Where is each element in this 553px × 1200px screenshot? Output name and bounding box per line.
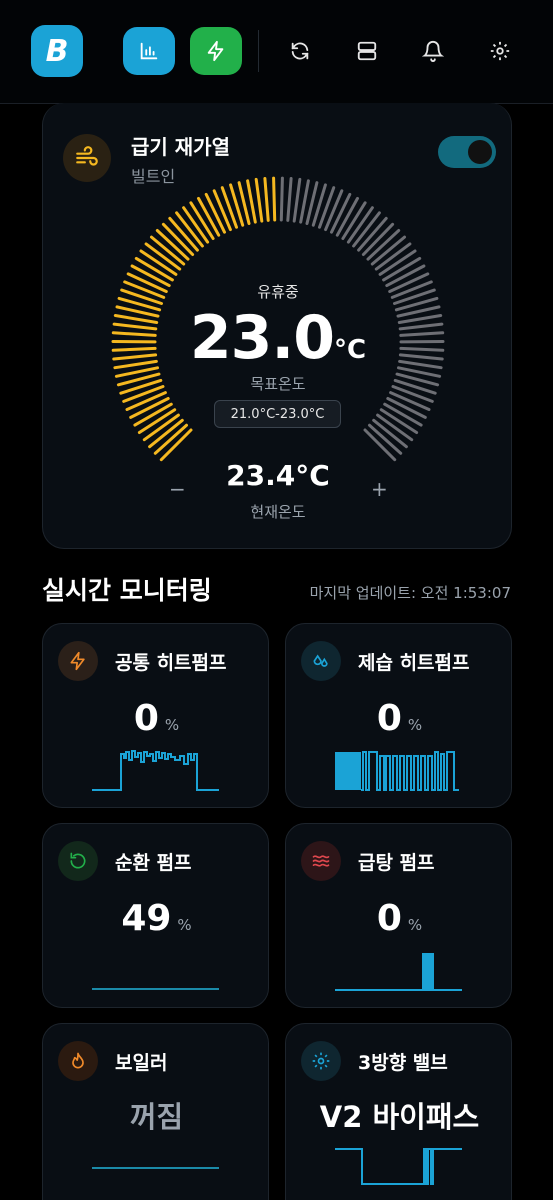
current-temperature: 23.4°C [226,459,330,492]
target-value: 23.0 [189,303,335,373]
refresh-button[interactable] [286,37,314,65]
value-number: 0 [376,898,402,939]
reheat-card: 급기 재가열 빌트인 유휴중 23.0°C 목표온도 21.0°C-23.0°C… [42,103,512,549]
card-value: 0% [286,698,513,739]
target-temperature: 23.0°C [43,303,513,373]
value-unit: % [164,716,180,734]
card-value: 49% [43,898,270,939]
value-unit: % [177,916,192,934]
gauge-tick [324,189,344,232]
section-title: 실시간 모니터링 [42,576,212,605]
range-badge: 21.0°C-23.0°C [214,400,341,428]
value-unit: % [407,716,423,734]
monitor-card-dehum-heatpump[interactable]: 제습 히트펌프 0% [285,623,512,808]
sparkline [335,1148,462,1185]
bell-icon [422,41,444,62]
gear-icon [312,1052,330,1070]
app-logo[interactable]: B [31,25,83,77]
server-button[interactable] [353,37,381,65]
gauge-tick [246,179,257,224]
bolt-icon [207,40,224,62]
value-number: 0 [376,698,402,739]
gauge-tick [272,176,277,222]
sparkline [92,750,219,791]
chart-icon [140,42,158,60]
card-icon-badge [58,641,98,681]
card-title: 제습 히트펌프 [358,652,470,674]
waves-icon [312,855,330,867]
refresh-icon [291,42,309,60]
last-update: 마지막 업데이트: 오전 1:53:07 [309,584,511,602]
card-value: 0% [286,898,513,939]
sparkline [92,1167,219,1169]
card-status: 꺼짐 [129,1100,184,1134]
monitor-card-common-heatpump[interactable]: 공통 히트펌프 0% [42,623,269,808]
gauge-tick [292,177,302,223]
card-title: 보일러 [115,1052,168,1074]
card-icon-badge [301,1041,341,1081]
sparkline [335,953,462,991]
monitor-card-circulation-pump[interactable]: 순환 펌프 49% [42,823,269,1008]
current-label: 현재온도 [250,503,306,521]
card-icon-badge [301,641,341,681]
card-title: 3방향 밸브 [358,1052,448,1074]
gauge-tick [389,391,431,411]
monitor-card-3way-valve[interactable]: 3방향 밸브 V2 바이패스 [285,1023,512,1200]
card-status: V2 바이패스 [319,1100,480,1134]
gauge-tick [279,176,284,222]
target-unit: °C [333,335,367,365]
notifications-button[interactable] [419,37,447,65]
target-label: 목표온도 [250,375,306,393]
card-icon-badge [58,1041,98,1081]
settings-button[interactable] [486,37,514,65]
rotate-icon [70,852,86,869]
bolt-icon [70,651,85,671]
gauge-tick [212,189,232,232]
server-icon [357,41,377,61]
card-title: 공통 히트펌프 [115,652,227,674]
app-header: B [0,0,553,104]
energy-button[interactable] [190,27,242,75]
value-number: 49 [121,898,172,939]
sparkline [335,751,459,791]
gauge-tick [125,391,167,411]
header-divider [258,30,259,72]
logo-letter: B [45,33,69,69]
card-icon-badge [301,841,341,881]
flame-icon [72,1052,84,1069]
value-unit: % [407,916,423,934]
card-value: 0% [43,698,270,739]
monitor-card-hotwater-pump[interactable]: 급탕 펌프 0% [285,823,512,1008]
gauge-tick [263,177,270,222]
droplets-icon [313,654,328,667]
card-icon-badge [58,841,98,881]
gauge-tick [286,177,293,222]
gauge-tick [254,177,264,223]
status-text: 유휴중 [257,283,299,301]
card-title: 순환 펌프 [115,852,192,874]
value-number: 0 [133,698,159,739]
sparkline [92,988,219,990]
monitor-card-boiler[interactable]: 보일러 꺼짐 [42,1023,269,1200]
gear-icon [490,41,510,61]
chart-button[interactable] [123,27,175,75]
gauge-tick [299,179,310,224]
card-title: 급탕 펌프 [358,852,435,874]
